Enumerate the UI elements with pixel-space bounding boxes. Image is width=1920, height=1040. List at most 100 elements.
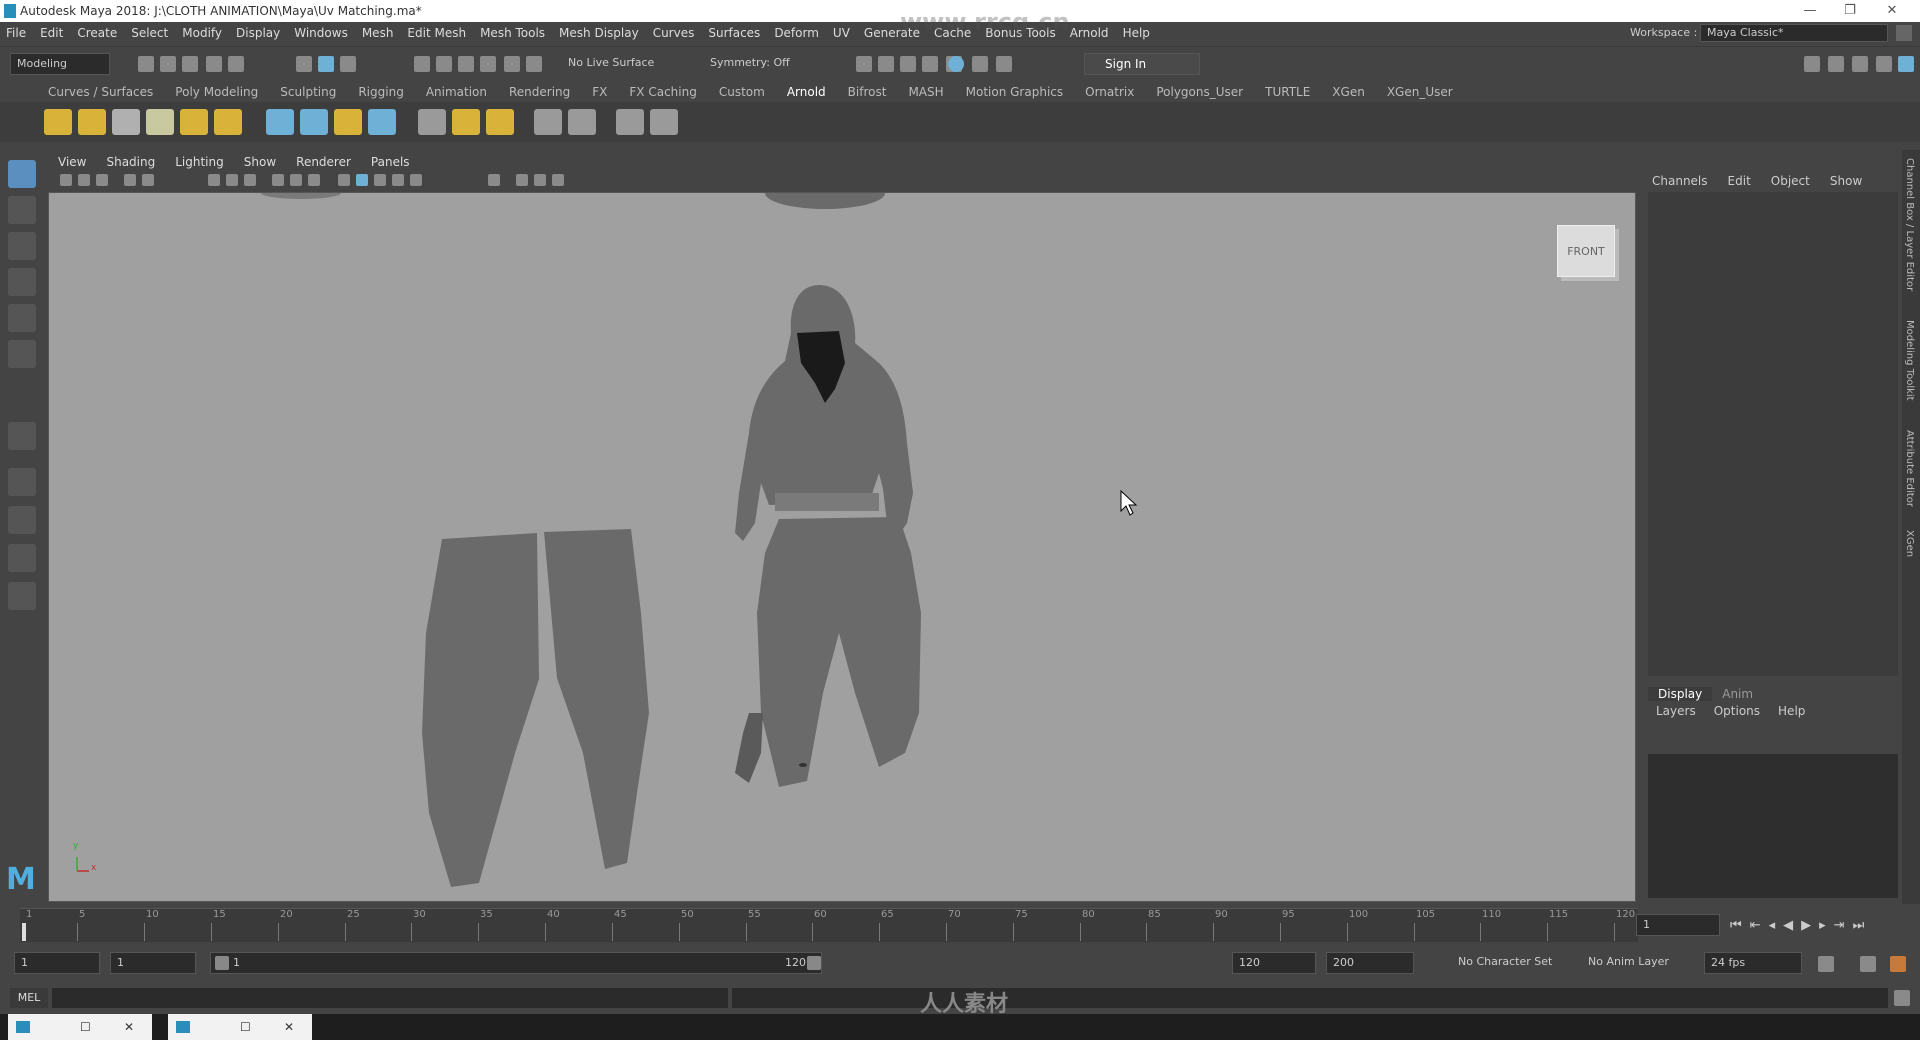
- textured-icon[interactable]: [392, 174, 404, 186]
- layer-menu-help[interactable]: Help: [1778, 704, 1805, 718]
- render-eye-icon[interactable]: [616, 109, 644, 135]
- checker-texture-icon[interactable]: [418, 109, 446, 135]
- side-tab-xgen[interactable]: XGen: [1904, 530, 1915, 557]
- mode-select[interactable]: Modeling: [10, 53, 110, 75]
- export-standin-icon[interactable]: [300, 109, 328, 135]
- menu-file[interactable]: File: [6, 26, 26, 40]
- snap-view-icon[interactable]: [480, 56, 496, 72]
- panel-menu-panels[interactable]: Panels: [371, 155, 410, 169]
- camera-select-icon[interactable]: [60, 174, 72, 186]
- rotate-tool-icon[interactable]: [8, 304, 36, 332]
- shelf-tab-xgen-user[interactable]: XGen_User: [1387, 85, 1453, 99]
- new-scene-icon[interactable]: [138, 56, 154, 72]
- xray-icon[interactable]: [516, 174, 528, 186]
- shelf-tab-rigging[interactable]: Rigging: [358, 85, 403, 99]
- default-material-icon[interactable]: [374, 174, 386, 186]
- tool-settings-icon[interactable]: [1852, 56, 1868, 72]
- standin-icon[interactable]: [266, 109, 294, 135]
- fps-select[interactable]: 24 fps: [1704, 952, 1802, 974]
- menu-edit[interactable]: Edit: [40, 26, 63, 40]
- shelf-tab-fx[interactable]: FX: [592, 85, 607, 99]
- ipr-render-icon[interactable]: [922, 56, 938, 72]
- task-close-icon[interactable]: ✕: [124, 1014, 134, 1040]
- menu-help[interactable]: Help: [1123, 26, 1150, 40]
- shelf-tab-curves-surfaces[interactable]: Curves / Surfaces: [48, 85, 153, 99]
- view-cube[interactable]: FRONT: [1557, 225, 1615, 277]
- film-gate-icon[interactable]: [226, 174, 238, 186]
- shelf-tab-mash[interactable]: MASH: [908, 85, 943, 99]
- script-editor-icon[interactable]: [1894, 990, 1910, 1006]
- channel-menu-channels[interactable]: Channels: [1652, 174, 1708, 188]
- animation-end-field[interactable]: 200: [1326, 952, 1414, 974]
- shelf-tab-bifrost[interactable]: Bifrost: [848, 85, 887, 99]
- go-to-end-icon[interactable]: ⏭: [1853, 918, 1865, 933]
- panel-menu-lighting[interactable]: Lighting: [175, 155, 224, 169]
- step-back-frame-icon[interactable]: ◂: [1769, 918, 1776, 933]
- panel-menu-show[interactable]: Show: [244, 155, 276, 169]
- flush-caches-icon[interactable]: [452, 109, 480, 135]
- tx-manager-icon[interactable]: [486, 109, 514, 135]
- menu-modify[interactable]: Modify: [182, 26, 222, 40]
- render-view-icon[interactable]: [878, 56, 894, 72]
- menu-select[interactable]: Select: [131, 26, 168, 40]
- snap-pivot-icon[interactable]: [526, 56, 542, 72]
- snap-grid-icon[interactable]: [414, 56, 430, 72]
- anim-prefs-icon[interactable]: [1890, 956, 1906, 972]
- area-light-icon[interactable]: [44, 109, 72, 135]
- shelf-tab-custom[interactable]: Custom: [719, 85, 765, 99]
- grid-icon[interactable]: [208, 174, 220, 186]
- undo-icon[interactable]: [206, 56, 222, 72]
- attribute-editor-icon[interactable]: [1828, 56, 1844, 72]
- step-forward-frame-icon[interactable]: ▸: [1819, 918, 1826, 933]
- photometric-light-icon[interactable]: [112, 109, 140, 135]
- resolution-gate-icon[interactable]: [244, 174, 256, 186]
- side-tab-attribute-editor[interactable]: Attribute Editor: [1904, 430, 1915, 507]
- loop-icon[interactable]: [1818, 956, 1834, 972]
- minimize-button[interactable]: —: [1790, 0, 1830, 22]
- tab-anim[interactable]: Anim: [1712, 687, 1763, 701]
- scale-tool-icon[interactable]: [8, 340, 36, 368]
- bookmark-icon[interactable]: [96, 174, 108, 186]
- move-tool-icon[interactable]: [8, 268, 36, 296]
- menu-curves[interactable]: Curves: [653, 26, 695, 40]
- field-chart-icon[interactable]: [290, 174, 302, 186]
- channel-menu-edit[interactable]: Edit: [1728, 174, 1751, 188]
- live-surface-field[interactable]: No Live Surface: [562, 53, 662, 75]
- menu-arnold[interactable]: Arnold: [1070, 26, 1109, 40]
- camera-attributes-icon[interactable]: [78, 174, 90, 186]
- shelf-tab-fx-caching[interactable]: FX Caching: [629, 85, 696, 99]
- menu-windows[interactable]: Windows: [294, 26, 348, 40]
- lights-icon[interactable]: [410, 174, 422, 186]
- lock-icon[interactable]: [1896, 25, 1912, 41]
- render-settings-icon[interactable]: [856, 56, 872, 72]
- auto-key-icon[interactable]: [1860, 956, 1876, 972]
- menu-create[interactable]: Create: [77, 26, 117, 40]
- last-tool-icon[interactable]: [8, 422, 36, 450]
- select-component-icon[interactable]: [340, 56, 356, 72]
- character-pants[interactable]: [757, 517, 921, 787]
- light-portal-icon[interactable]: [180, 109, 208, 135]
- physical-sky-icon[interactable]: [214, 109, 242, 135]
- shelf-tab-turtle[interactable]: TURTLE: [1265, 85, 1310, 99]
- volume-icon[interactable]: [334, 109, 362, 135]
- arnold-ipr-icon[interactable]: [972, 56, 988, 72]
- channel-box-body[interactable]: [1648, 192, 1898, 676]
- panel-menu-shading[interactable]: Shading: [106, 155, 155, 169]
- playback-start-field[interactable]: 1: [110, 952, 196, 974]
- pause-icon[interactable]: [996, 56, 1012, 72]
- curve-collector-icon[interactable]: [368, 109, 396, 135]
- time-ruler[interactable]: 1 5 10 15 20 25 30 35 40 45 50 55 60 65 70 75 80 85 90 95 10…: [20, 908, 1638, 942]
- menu-uv[interactable]: UV: [833, 26, 850, 40]
- shelf-tab-arnold[interactable]: Arnold: [787, 85, 826, 99]
- workspace-select[interactable]: Maya Classic*: [1700, 24, 1888, 42]
- anim-layer-field[interactable]: No Anim Layer: [1582, 952, 1682, 974]
- menu-mesh-display[interactable]: Mesh Display: [559, 26, 639, 40]
- open-scene-icon[interactable]: [160, 56, 176, 72]
- snapshot-icon[interactable]: [568, 109, 596, 135]
- task-maya-2[interactable]: ☐ ✕: [168, 1014, 312, 1040]
- outliner-layout-icon[interactable]: [8, 582, 36, 610]
- play-forward-icon[interactable]: ▶: [1801, 918, 1811, 933]
- panel-menu-renderer[interactable]: Renderer: [296, 155, 351, 169]
- select-object-icon[interactable]: [318, 56, 334, 72]
- task-maya-1[interactable]: ☐ ✕: [8, 1014, 152, 1040]
